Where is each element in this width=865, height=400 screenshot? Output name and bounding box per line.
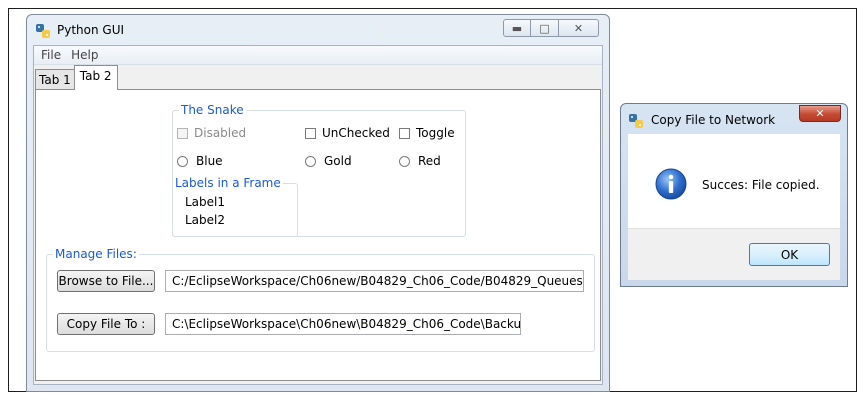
- dialog-title: Copy File to Network: [651, 113, 776, 127]
- disabled-checkbox-label: Disabled: [194, 126, 247, 140]
- maximize-icon: □: [539, 21, 550, 35]
- minimize-icon: ▬: [511, 21, 523, 35]
- radio-gold-circle[interactable]: [305, 155, 316, 167]
- dialog-close-button[interactable]: ✕: [799, 105, 841, 122]
- tab-strip: Tab 1 Tab 2: [35, 65, 118, 90]
- labels-frame: Labels in a Frame Label1 Label2: [172, 176, 298, 237]
- radio-red[interactable]: Red: [399, 154, 441, 168]
- radio-blue-label: Blue: [196, 154, 223, 168]
- info-icon: [655, 168, 687, 200]
- snake-frame: The Snake Disabled UnChecked Toggle Blue: [172, 103, 466, 237]
- unchecked-checkbox-box[interactable]: [305, 127, 316, 139]
- labels-frame-title: Labels in a Frame: [173, 176, 283, 190]
- radio-blue[interactable]: Blue: [177, 154, 223, 168]
- dialog-message: Succes: File copied.: [702, 178, 820, 192]
- radio-gold[interactable]: Gold: [305, 154, 352, 168]
- toggle-checkbox[interactable]: Toggle: [399, 126, 455, 140]
- radio-gold-label: Gold: [324, 154, 352, 168]
- close-icon: ✕: [573, 21, 584, 35]
- disabled-checkbox: Disabled: [177, 126, 246, 140]
- label-2: Label2: [185, 213, 226, 227]
- python-app-icon: [629, 114, 643, 128]
- dialog-footer: OK: [628, 228, 840, 280]
- toggle-checkbox-label: Toggle: [416, 126, 455, 140]
- unchecked-checkbox-label: UnChecked: [322, 126, 390, 140]
- main-titlebar[interactable]: Python GUI ▬ □ ✕: [27, 15, 609, 45]
- menu-help[interactable]: Help: [66, 48, 103, 62]
- label-1: Label1: [185, 195, 226, 209]
- menu-file[interactable]: File: [36, 48, 66, 62]
- window-controls: ▬ □ ✕: [503, 19, 599, 37]
- tab-1[interactable]: Tab 1: [35, 69, 75, 90]
- close-icon: ✕: [815, 107, 825, 120]
- minimize-button[interactable]: ▬: [503, 19, 531, 37]
- copy-file-to-button[interactable]: Copy File To :: [57, 313, 155, 335]
- dialog-body: Succes: File copied.: [628, 134, 840, 228]
- browse-file-path-input[interactable]: C:/EclipseWorkspace/Ch06new/B04829_Ch06_…: [165, 270, 584, 292]
- python-app-icon: [36, 24, 50, 38]
- radio-red-label: Red: [418, 154, 441, 168]
- manage-files-title: Manage Files:: [53, 247, 139, 261]
- snake-frame-title: The Snake: [179, 103, 246, 117]
- close-button[interactable]: ✕: [559, 19, 599, 37]
- copy-file-dialog: Copy File to Network ✕ Succes: File copi…: [620, 103, 848, 287]
- tab-2[interactable]: Tab 2: [73, 65, 118, 90]
- ok-button[interactable]: OK: [749, 243, 830, 266]
- maximize-button[interactable]: □: [531, 19, 559, 37]
- tab-2-panel: The Snake Disabled UnChecked Toggle Blue: [35, 89, 601, 381]
- browse-to-file-button[interactable]: Browse to File...: [57, 270, 155, 292]
- disabled-checkbox-box: [177, 127, 188, 139]
- menu-bar: File Help: [34, 46, 602, 65]
- radio-blue-circle[interactable]: [177, 155, 188, 167]
- copy-destination-input[interactable]: C:\EclipseWorkspace\Ch06new\B04829_Ch06_…: [165, 313, 521, 335]
- radio-red-circle[interactable]: [399, 155, 410, 167]
- manage-files-frame: Manage Files: Browse to File... C:/Eclip…: [46, 247, 595, 352]
- toggle-checkbox-box[interactable]: [399, 127, 410, 139]
- main-window-title: Python GUI: [57, 23, 125, 37]
- main-window: Python GUI ▬ □ ✕ File Help Tab 1 Tab 2 T…: [26, 14, 610, 392]
- main-client-area: File Help Tab 1 Tab 2 The Snake Disabled…: [33, 45, 603, 385]
- unchecked-checkbox[interactable]: UnChecked: [305, 126, 390, 140]
